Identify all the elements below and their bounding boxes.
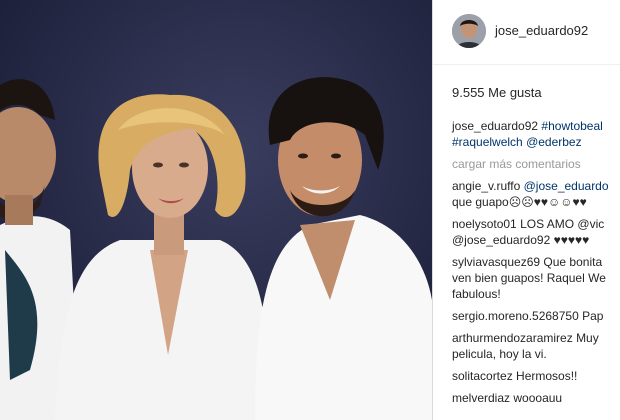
comment-username[interactable]: solitacortez [452,369,513,383]
comment-username[interactable]: arthurmendozaramirez [452,331,573,345]
comment-text: @jose_eduardo92 ♥♥♥♥♥ [452,233,590,247]
comment-item: arthurmendozaramirez Muy pelicula, hoy l… [452,330,620,362]
post-photo-image [0,0,432,420]
comment-username[interactable]: angie_v.ruffo [452,179,520,193]
likes-count[interactable]: 9.555 Me gusta [452,85,542,100]
comment-text: Pap [582,309,604,323]
comments-panel: jose_eduardo92 9.555 Me gusta jose_eduar… [433,0,620,420]
comment-text: Hermosos!! [516,369,578,383]
comment-username[interactable]: sergio.moreno.5268750 [452,309,579,323]
comment-username[interactable]: sylviavasquez69 [452,255,540,269]
caption-username[interactable]: jose_eduardo92 [452,119,538,133]
comment-item: melverdiaz woooauu [452,390,620,406]
comment-username[interactable]: melverdiaz [452,391,510,405]
hashtag-link[interactable]: #howtobeal [541,119,602,133]
comment-item: sergio.moreno.5268750 Pap [452,308,620,324]
comment-text: Muy [576,331,599,345]
load-more-comments-link[interactable]: cargar más comentarios [452,156,620,172]
post-username[interactable]: jose_eduardo92 [495,23,588,38]
comments-list: jose_eduardo92 #howtobeal #raquelwelch @… [452,118,620,406]
post-photo[interactable] [0,0,432,420]
avatar[interactable] [452,14,486,48]
post-header: jose_eduardo92 [433,0,620,65]
comment-text: pelicula, hoy la vi. [452,347,547,361]
comment-text: fabulous! [452,287,501,301]
mention-link[interactable]: @ederbez [526,135,582,149]
comment-item: noelysoto01 LOS AMO @vic @jose_eduardo92… [452,216,620,248]
comment-text: woooauu [513,391,563,405]
comment-text: ven bien guapos! Raquel We [452,271,606,285]
comment-text: Que bonita [543,255,603,269]
comment-item: angie_v.ruffo @jose_eduardo que guapo☹☹♥… [452,178,620,210]
comment-item: sylviavasquez69 Que bonita ven bien guap… [452,254,620,302]
comment-text: que guapo☹☹♥♥☺☺♥♥ [452,195,587,209]
hashtag-link[interactable]: #raquelwelch [452,135,523,149]
avatar-image [452,14,486,48]
caption: jose_eduardo92 #howtobeal #raquelwelch @… [452,118,620,150]
mention-link[interactable]: @jose_eduardo [524,179,609,193]
comment-username[interactable]: noelysoto01 [452,217,517,231]
comment-item: solitacortez Hermosos!! [452,368,620,384]
comment-text: LOS AMO @vic [520,217,605,231]
